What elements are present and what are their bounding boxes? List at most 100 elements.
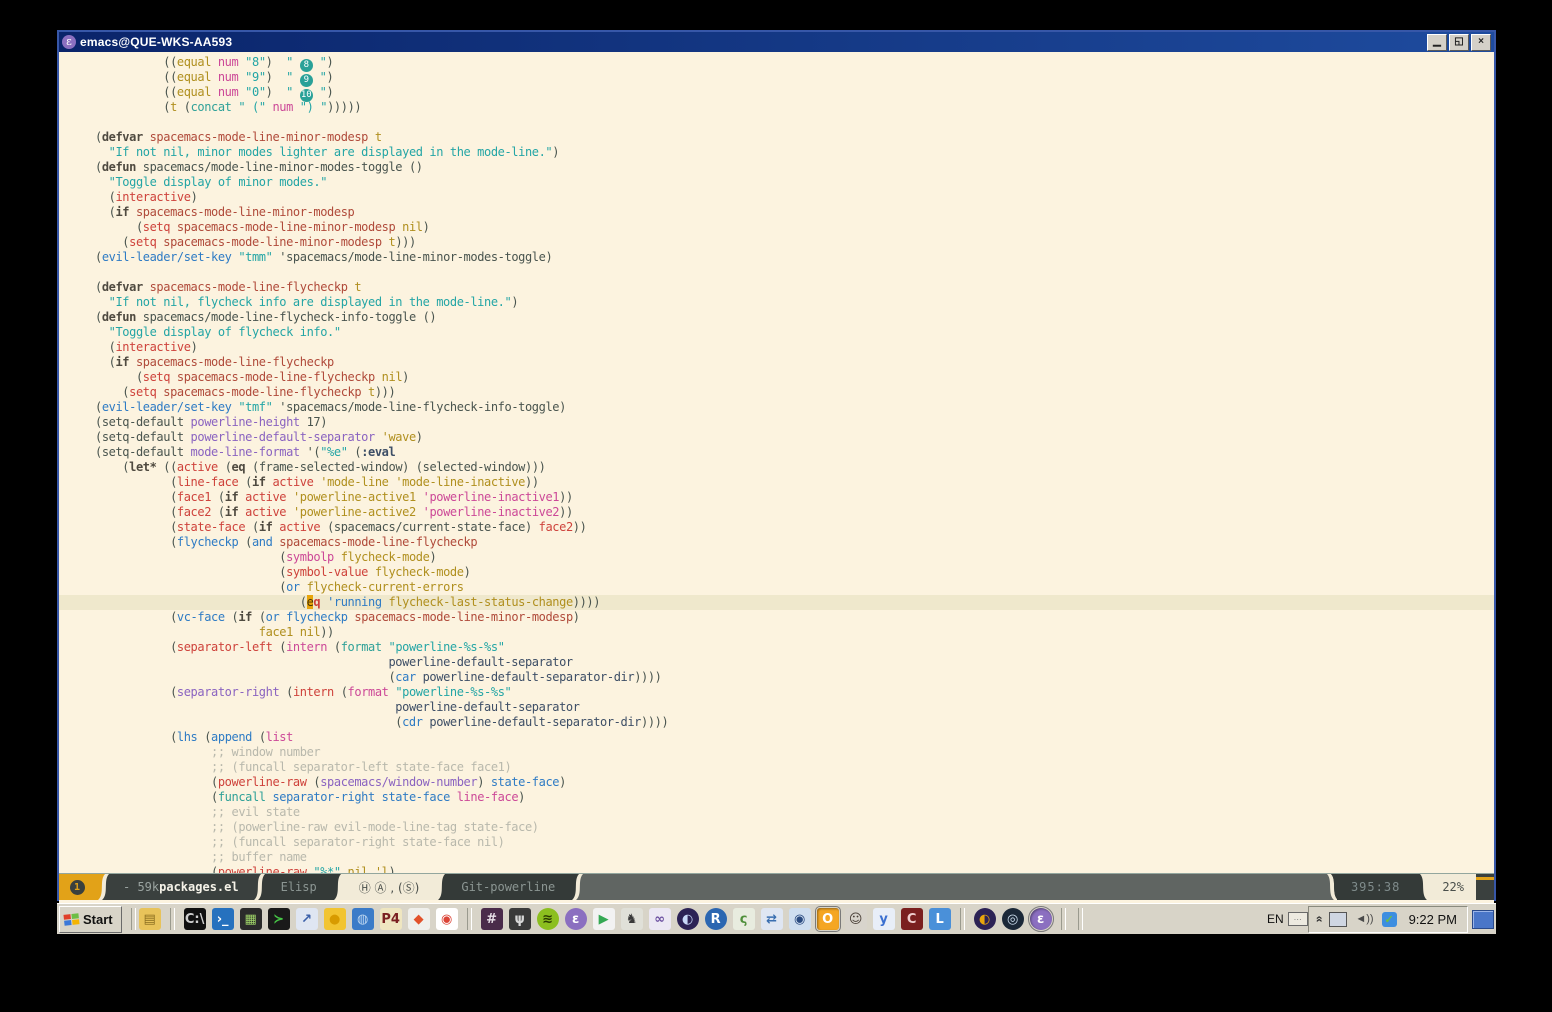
chrome-icon[interactable]: ◉ xyxy=(436,908,458,930)
infinity-icon[interactable]: ∞ xyxy=(649,908,671,930)
code-line[interactable]: (setq spacemacs-mode-line-minor-modesp t… xyxy=(95,235,1488,250)
code-line[interactable]: (setq spacemacs-mode-line-flycheckp nil) xyxy=(95,370,1488,385)
code-line[interactable]: (defun spacemacs/mode-line-flycheck-info… xyxy=(95,310,1488,325)
code-line[interactable]: (setq spacemacs-mode-line-flycheckp t))) xyxy=(95,385,1488,400)
language-indicator[interactable]: EN xyxy=(1263,912,1288,926)
l-blue-icon[interactable]: L xyxy=(929,908,951,930)
powershell-icon[interactable]: ›_ xyxy=(212,908,234,930)
code-line[interactable]: (car powerline-default-separator-dir)))) xyxy=(95,670,1488,685)
code-line[interactable] xyxy=(95,115,1488,130)
gnu-icon[interactable]: ♞ xyxy=(621,908,643,930)
start-button[interactable]: Start xyxy=(59,906,122,933)
r-icon[interactable]: R xyxy=(705,908,727,930)
code-line[interactable]: (funcall separator-right state-face line… xyxy=(95,790,1488,805)
code-line[interactable]: (setq-default mode-line-format '("%e" (:… xyxy=(95,445,1488,460)
code-line[interactable]: (defvar spacemacs-mode-line-flycheckp t xyxy=(95,280,1488,295)
network-tray-icon[interactable] xyxy=(1329,912,1347,927)
code-line[interactable]: (powerline-raw (spacemacs/window-number)… xyxy=(95,775,1488,790)
terminal-green-icon[interactable]: ≻ xyxy=(268,908,290,930)
code-line[interactable]: (defvar spacemacs-mode-line-minor-modesp… xyxy=(95,130,1488,145)
close-button[interactable]: × xyxy=(1471,34,1491,51)
code-line[interactable]: "Toggle display of flycheck info." xyxy=(95,325,1488,340)
cmd-icon[interactable]: C:\ xyxy=(184,908,206,930)
code-line[interactable]: "If not nil, flycheck info are displayed… xyxy=(95,295,1488,310)
code-line[interactable]: ((equal num "0") " 10 ") xyxy=(95,85,1488,100)
volume-icon[interactable]: ◄)) xyxy=(1355,913,1373,925)
code-line[interactable]: "If not nil, minor modes lighter are dis… xyxy=(95,145,1488,160)
code-line[interactable]: (setq spacemacs-mode-line-minor-modesp n… xyxy=(95,220,1488,235)
console-dark-icon[interactable]: ▦ xyxy=(240,908,262,930)
code-line[interactable]: powerline-default-separator xyxy=(95,700,1488,715)
code-line[interactable]: (line-face (if active 'mode-line 'mode-l… xyxy=(95,475,1488,490)
code-line[interactable]: (face2 (if active 'powerline-active2 'po… xyxy=(95,505,1488,520)
o-orange-icon[interactable]: O xyxy=(817,908,839,930)
keyboard-icon[interactable]: ··· xyxy=(1288,912,1308,926)
spotify-icon[interactable]: ≋ xyxy=(537,908,559,930)
code-line[interactable]: (symbol-value flycheck-mode) xyxy=(95,565,1488,580)
code-line[interactable]: (cdr powerline-default-separator-dir)))) xyxy=(95,715,1488,730)
code-line[interactable]: ;; evil state xyxy=(95,805,1488,820)
emacs-icon[interactable]: ε xyxy=(565,908,587,930)
code-line[interactable]: ;; (funcall separator-right state-face n… xyxy=(95,835,1488,850)
titlebar[interactable]: ε emacs@QUE-WKS-AA593 ▁ ◱ × xyxy=(59,32,1494,52)
code-line[interactable]: (let* ((active (eq (frame-selected-windo… xyxy=(95,460,1488,475)
folder-icon[interactable]: ▤ xyxy=(139,908,161,930)
major-mode-indicator[interactable]: Elisp xyxy=(267,874,331,900)
code-line[interactable]: (separator-right (intern (format "powerl… xyxy=(95,685,1488,700)
code-line[interactable]: (if spacemacs-mode-line-flycheckp xyxy=(95,355,1488,370)
scroll-percentage[interactable]: 22% xyxy=(1430,874,1476,900)
code-line[interactable]: (evil-leader/set-key "tmf" 'spacemacs/mo… xyxy=(95,400,1488,415)
code-line[interactable]: ;; window number xyxy=(95,745,1488,760)
code-line[interactable]: ;; (funcall separator-left state-face fa… xyxy=(95,760,1488,775)
code-line[interactable]: ;; (powerline-raw evil-mode-line-tag sta… xyxy=(95,820,1488,835)
editor-buffer[interactable]: ((equal num "8") " 8 ") ((equal num "9")… xyxy=(59,52,1494,873)
buffer-info[interactable]: - 59k packages.el xyxy=(111,874,251,900)
vc-branch-indicator[interactable]: Git-powerline xyxy=(447,874,569,900)
minimize-button[interactable]: ▁ xyxy=(1427,34,1447,51)
clock[interactable]: 9:22 PM xyxy=(1405,912,1461,927)
eclipse2-icon[interactable]: ◐ xyxy=(974,908,996,930)
gimp-icon[interactable]: ☺ xyxy=(845,908,867,930)
window-number-badge[interactable]: 1 xyxy=(59,874,95,900)
code-line[interactable]: (setq-default powerline-height 17) xyxy=(95,415,1488,430)
code-line[interactable]: (t (concat " (" num ") "))))) xyxy=(95,100,1488,115)
hash-icon[interactable]: # xyxy=(481,908,503,930)
code-line[interactable]: (face1 (if active 'powerline-active1 'po… xyxy=(95,490,1488,505)
cursor-position[interactable]: 395:38 xyxy=(1337,874,1414,900)
code-line[interactable]: (flycheckp (and spacemacs-mode-line-flyc… xyxy=(95,535,1488,550)
code-line[interactable]: ((equal num "9") " 9 ") xyxy=(95,70,1488,85)
code-line[interactable]: (symbolp flycheck-mode) xyxy=(95,550,1488,565)
diamond-icon[interactable]: ◆ xyxy=(408,908,430,930)
yed-icon[interactable]: y xyxy=(873,908,895,930)
c-red-icon[interactable]: C xyxy=(901,908,923,930)
code-line[interactable]: (separator-left (intern (format "powerli… xyxy=(95,640,1488,655)
code-line[interactable]: (eq 'running flycheck-last-status-change… xyxy=(59,595,1494,610)
show-desktop-button[interactable] xyxy=(1472,910,1494,929)
code-line[interactable]: ((equal num "8") " 8 ") xyxy=(95,55,1488,70)
code-line[interactable]: (interactive) xyxy=(95,340,1488,355)
tray-chevron-icon[interactable]: » xyxy=(1311,916,1325,923)
duck-icon[interactable]: ● xyxy=(324,908,346,930)
code-line[interactable]: (setq-default powerline-default-separato… xyxy=(95,430,1488,445)
code-line[interactable]: ;; buffer name xyxy=(95,850,1488,865)
code-line[interactable]: (evil-leader/set-key "tmm" 'spacemacs/mo… xyxy=(95,250,1488,265)
tally-icon[interactable]: ψ xyxy=(509,908,531,930)
code-line[interactable]: face1 nil)) xyxy=(95,625,1488,640)
code-line[interactable]: "Toggle display of minor modes." xyxy=(95,175,1488,190)
code-line[interactable]: (or flycheck-current-errors xyxy=(95,580,1488,595)
code-line[interactable]: (vc-face (if (or flycheckp spacemacs-mod… xyxy=(95,610,1488,625)
play-store-icon[interactable]: ▶ xyxy=(593,908,615,930)
minor-modes-indicator[interactable]: Ⓗ Ⓐ , (Ⓢ) xyxy=(347,874,432,900)
globe-icon[interactable]: ◍ xyxy=(352,908,374,930)
eclipse-icon[interactable]: ◐ xyxy=(677,908,699,930)
eye-icon[interactable]: ◉ xyxy=(789,908,811,930)
code-line[interactable]: powerline-default-separator xyxy=(95,655,1488,670)
remote-desktop-icon[interactable]: ↗ xyxy=(296,908,318,930)
code-line[interactable] xyxy=(95,265,1488,280)
code-line[interactable]: (interactive) xyxy=(95,190,1488,205)
emacs-active-icon[interactable]: ε xyxy=(1030,908,1052,930)
code-line[interactable]: (lhs (append (list xyxy=(95,730,1488,745)
perforce-icon[interactable]: P4 xyxy=(380,908,402,930)
pc-share-icon[interactable]: ⇄ xyxy=(761,908,783,930)
code-line[interactable]: (if spacemacs-mode-line-minor-modesp xyxy=(95,205,1488,220)
